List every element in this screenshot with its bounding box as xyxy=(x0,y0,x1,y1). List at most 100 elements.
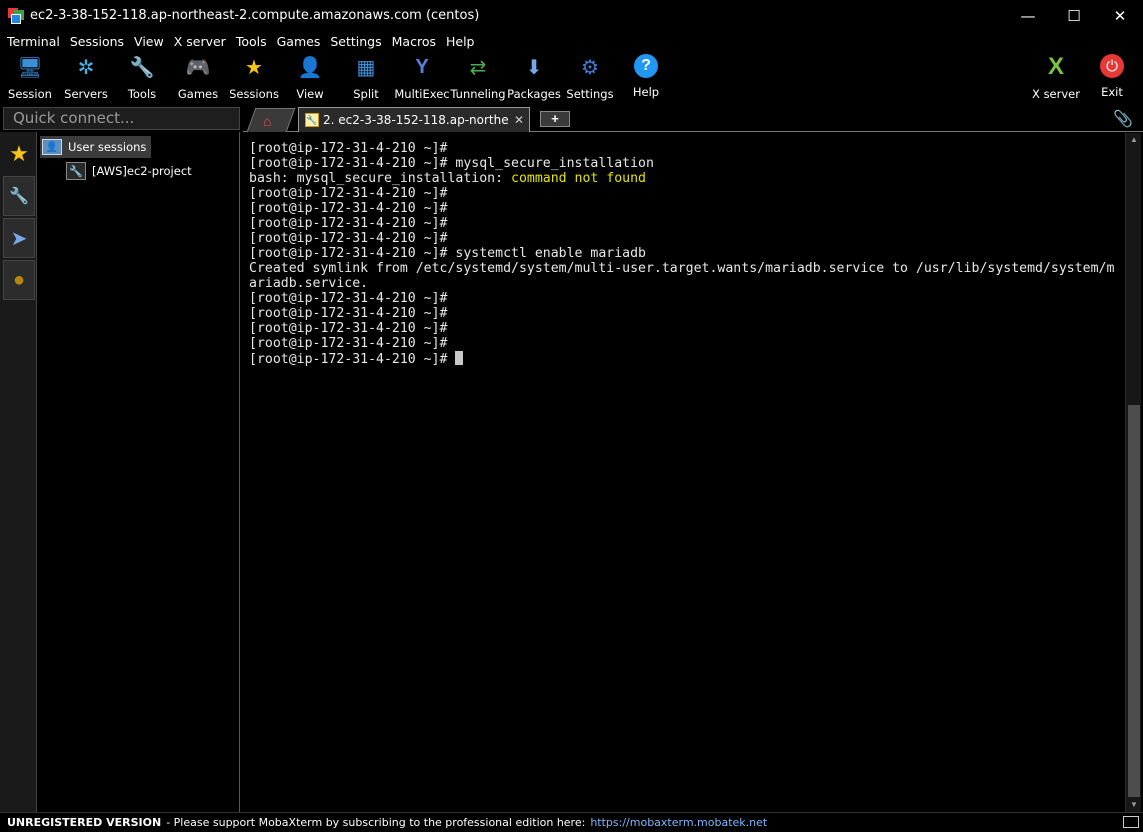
terminal-text: [root@ip-172-31-4-210 ~]# xyxy=(249,306,448,321)
tab-strip: ⌂ 🔧 2. ec2-3-38-152-118.ap-northeast-2 ✕… xyxy=(243,105,1143,132)
close-window-button[interactable]: ✕ xyxy=(1097,0,1143,31)
multiexec-button[interactable]: Y MultiExec xyxy=(394,51,450,102)
toolbar: 🖥 Session ✲ Servers 🔧 Tools 🎮 Games ★ Se… xyxy=(0,51,1143,103)
terminal-text: [root@ip-172-31-4-210 ~]# xyxy=(249,352,456,367)
unregistered-label: UNREGISTERED VERSION xyxy=(7,816,162,829)
mobatek-link[interactable]: https://mobaxterm.mobatek.net xyxy=(590,816,767,829)
sidebar-tab-macros[interactable]: ➤ xyxy=(3,218,35,258)
monitor-icon[interactable] xyxy=(1123,816,1139,828)
tree-item-user-sessions[interactable]: 👤 User sessions xyxy=(40,136,152,158)
terminal-line: ariadb.service. xyxy=(249,276,1125,291)
packages-button[interactable]: ⬇ Packages xyxy=(506,51,562,102)
power-icon: ⏻ xyxy=(1100,54,1124,78)
tools-icon: 🔧 xyxy=(129,56,155,79)
sidebar-vertical-tabs: ★ 🔧 ➤ ● xyxy=(0,132,37,812)
key-icon: 🔧 xyxy=(305,113,319,127)
send-icon: ➤ xyxy=(10,227,28,250)
menu-sessions[interactable]: Sessions xyxy=(65,34,129,49)
terminal-line: [root@ip-172-31-4-210 ~]# xyxy=(249,216,1125,231)
menu-tools[interactable]: Tools xyxy=(231,34,272,49)
view-button[interactable]: 👤 View xyxy=(282,51,338,102)
status-bar: UNREGISTERED VERSION - Please support Mo… xyxy=(0,812,1143,832)
terminal-line: [root@ip-172-31-4-210 ~]# xyxy=(249,321,1125,336)
menu-macros[interactable]: Macros xyxy=(387,34,441,49)
terminal-scrollbar[interactable]: ▲ ▼ xyxy=(1125,133,1141,812)
close-tab-icon[interactable]: ✕ xyxy=(514,113,524,127)
scroll-up-icon[interactable]: ▲ xyxy=(1126,133,1142,147)
exit-button[interactable]: ⏻ Exit xyxy=(1084,51,1140,101)
menu-x-server[interactable]: X server xyxy=(169,34,231,49)
sidebar-tab-sessions[interactable]: ★ xyxy=(3,134,35,174)
scrollbar-thumb[interactable] xyxy=(1128,405,1140,797)
x-server-button[interactable]: X X server xyxy=(1028,51,1084,101)
menu-games[interactable]: Games xyxy=(272,34,326,49)
error-highlight: command not found xyxy=(511,171,646,186)
terminal-line: Created symlink from /etc/systemd/system… xyxy=(249,261,1125,276)
session-icon: 🖥 xyxy=(17,56,43,79)
terminal-text: [root@ip-172-31-4-210 ~]# xyxy=(249,231,448,246)
terminal-text: [root@ip-172-31-4-210 ~]# xyxy=(249,291,448,306)
packages-label: Packages xyxy=(507,87,561,101)
terminal-line: [root@ip-172-31-4-210 ~]# xyxy=(249,231,1125,246)
terminal-line: [root@ip-172-31-4-210 ~]# mysql_secure_i… xyxy=(249,156,1125,171)
terminal-text: [root@ip-172-31-4-210 ~]# xyxy=(249,321,448,336)
servers-button[interactable]: ✲ Servers xyxy=(58,51,114,102)
tree-item-aws-ec2-project[interactable]: 🔧 [AWS]ec2-project xyxy=(66,161,192,181)
menu-settings[interactable]: Settings xyxy=(325,34,386,49)
home-icon[interactable]: ⌂ xyxy=(263,113,271,129)
terminal-line: [root@ip-172-31-4-210 ~]# systemctl enab… xyxy=(249,246,1125,261)
x-server-icon: X xyxy=(1047,53,1064,80)
tools-button[interactable]: 🔧 Tools xyxy=(114,51,170,102)
tree-child-label: [AWS]ec2-project xyxy=(92,164,192,178)
maximize-button[interactable]: ☐ xyxy=(1051,0,1097,31)
title-bar: ec2-3-38-152-118.ap-northeast-2.compute.… xyxy=(0,0,1143,31)
tunneling-button[interactable]: ⇄ Tunneling xyxy=(450,51,506,102)
terminal-text: Created symlink from /etc/systemd/system… xyxy=(249,261,1115,276)
terminal-line: [root@ip-172-31-4-210 ~]# xyxy=(249,336,1125,351)
terminal-text: ariadb.service. xyxy=(249,276,369,291)
session-tree: 👤 User sessions 🔧 [AWS]ec2-project xyxy=(37,132,240,812)
terminal-text: [root@ip-172-31-4-210 ~]# mysql_secure_i… xyxy=(249,156,654,171)
packages-icon: ⬇ xyxy=(525,56,543,79)
terminal-line: [root@ip-172-31-4-210 ~]# xyxy=(249,351,1125,367)
window-title: ec2-3-38-152-118.ap-northeast-2.compute.… xyxy=(30,8,480,23)
sidebar-tab-tools[interactable]: 🔧 xyxy=(3,176,35,216)
attachment-icon[interactable]: 📎 xyxy=(1113,109,1133,129)
menu-help[interactable]: Help xyxy=(441,34,480,49)
scroll-down-icon[interactable]: ▼ xyxy=(1126,798,1142,812)
terminal-line: [root@ip-172-31-4-210 ~]# xyxy=(249,291,1125,306)
split-button[interactable]: ▦ Split xyxy=(338,51,394,102)
help-button[interactable]: ? Help xyxy=(618,51,674,101)
menu-view[interactable]: View xyxy=(129,34,169,49)
session-button[interactable]: 🖥 Session xyxy=(2,51,58,102)
multiexec-icon: Y xyxy=(415,55,429,78)
terminal-text: [root@ip-172-31-4-210 ~]# xyxy=(249,336,448,351)
globe-icon: ● xyxy=(12,268,26,291)
key-icon: 🔧 xyxy=(66,162,86,180)
view-icon: 👤 xyxy=(297,56,323,79)
terminal-line: bash: mysql_secure_installation: command… xyxy=(249,171,1125,186)
tools-icon: 🔧 xyxy=(9,188,29,205)
terminal-text: [root@ip-172-31-4-210 ~]# xyxy=(249,141,448,156)
terminal-output[interactable]: [root@ip-172-31-4-210 ~]# [root@ip-172-31… xyxy=(241,133,1125,812)
terminal-text: [root@ip-172-31-4-210 ~]# xyxy=(249,201,448,216)
exit-label: Exit xyxy=(1101,85,1123,99)
quick-connect-input[interactable]: Quick connect... xyxy=(3,107,240,130)
tab-session-ec2[interactable]: 🔧 2. ec2-3-38-152-118.ap-northeast-2 ✕ xyxy=(298,107,530,132)
terminal-text: [root@ip-172-31-4-210 ~]# systemctl enab… xyxy=(249,246,646,261)
help-icon: ? xyxy=(634,54,658,78)
help-label: Help xyxy=(632,85,660,99)
games-button[interactable]: 🎮 Games xyxy=(170,51,226,102)
tunneling-label: Tunneling xyxy=(450,87,506,101)
multiexec-label: MultiExec xyxy=(394,87,450,101)
sidebar-tab-sftp[interactable]: ● xyxy=(3,260,35,300)
settings-label: Settings xyxy=(566,87,614,101)
sessions-button[interactable]: ★ Sessions xyxy=(226,51,282,102)
menu-terminal[interactable]: Terminal xyxy=(2,34,65,49)
star-icon: ★ xyxy=(9,141,29,166)
split-icon: ▦ xyxy=(356,56,376,79)
minimize-button[interactable]: — xyxy=(1005,0,1051,31)
new-tab-button[interactable]: + xyxy=(540,111,570,127)
star-icon: ★ xyxy=(245,56,263,79)
settings-button[interactable]: ⚙ Settings xyxy=(562,51,618,102)
